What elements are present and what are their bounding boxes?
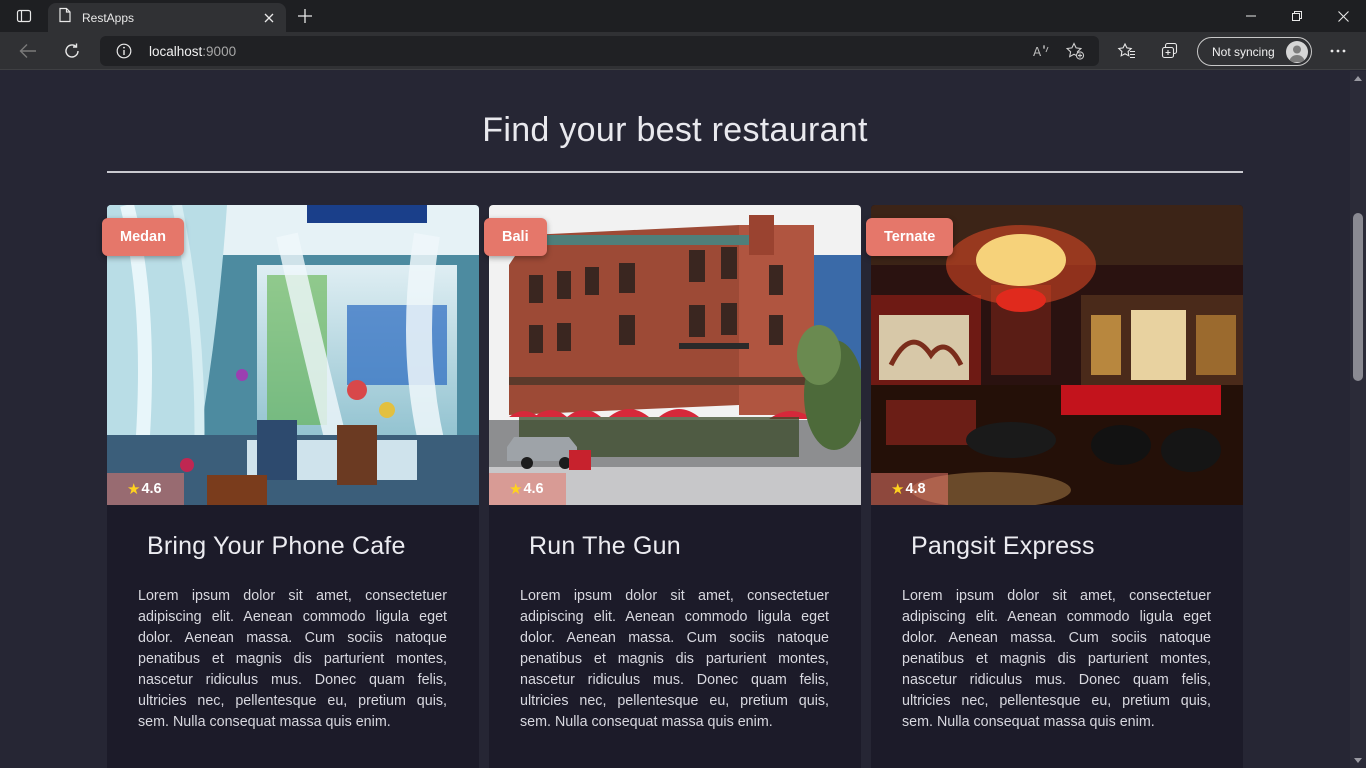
star-icon: ★ bbox=[509, 481, 523, 498]
restaurant-description: Lorem ipsum dolor sit amet, consectetuer… bbox=[520, 588, 829, 730]
more-options-icon[interactable] bbox=[1322, 36, 1354, 66]
new-tab-icon[interactable] bbox=[292, 4, 318, 28]
scroll-up-arrow-icon[interactable] bbox=[1354, 76, 1362, 81]
restaurant-description: Lorem ipsum dolor sit amet, consectetuer… bbox=[138, 588, 447, 730]
restaurant-card[interactable]: Bali ★ 4.6 Run The Gun Lorem ipsum dolor … bbox=[484, 205, 861, 768]
page-icon bbox=[58, 7, 72, 28]
url-text: localhost:9000 bbox=[149, 44, 236, 59]
city-badge: Medan bbox=[102, 218, 184, 256]
tab-actions-icon[interactable] bbox=[8, 4, 40, 28]
profile-sync-button[interactable]: Not syncing bbox=[1197, 37, 1312, 66]
favorites-icon[interactable] bbox=[1111, 36, 1143, 66]
page-scrollbar[interactable] bbox=[1350, 71, 1366, 768]
city-badge: Ternate bbox=[866, 218, 954, 256]
close-window-icon[interactable] bbox=[1320, 0, 1366, 32]
title-divider bbox=[107, 171, 1243, 173]
restaurant-name[interactable]: Bring Your Phone Cafe bbox=[147, 532, 406, 561]
rating-badge: ★ 4.8 bbox=[871, 473, 948, 505]
star-icon: ★ bbox=[127, 481, 141, 498]
city-badge: Bali bbox=[484, 218, 547, 256]
rating-value: 4.6 bbox=[141, 481, 162, 497]
url-host: localhost bbox=[149, 44, 203, 59]
star-icon: ★ bbox=[891, 481, 905, 498]
tab-title: RestApps bbox=[82, 10, 135, 25]
browser-toolbar: localhost:9000 A Not syncing bbox=[0, 32, 1366, 70]
restaurant-card[interactable]: Medan ★ 4.6 Bring Your Phone Cafe Lorem i… bbox=[102, 205, 479, 768]
scrollbar-thumb[interactable] bbox=[1353, 213, 1363, 381]
collections-icon[interactable] bbox=[1155, 36, 1187, 66]
svg-text:A: A bbox=[1033, 45, 1042, 59]
close-tab-icon[interactable] bbox=[258, 7, 280, 29]
page-title: Find your best restaurant bbox=[482, 111, 868, 149]
restaurant-description: Lorem ipsum dolor sit amet, consectetuer… bbox=[902, 588, 1211, 730]
restaurant-name[interactable]: Pangsit Express bbox=[911, 532, 1095, 561]
refresh-icon[interactable] bbox=[56, 36, 88, 66]
restaurant-name[interactable]: Run The Gun bbox=[529, 532, 681, 561]
site-info-icon[interactable] bbox=[116, 43, 132, 64]
read-aloud-icon[interactable]: A bbox=[1028, 40, 1054, 62]
rating-badge: ★ 4.6 bbox=[107, 473, 184, 505]
restore-icon[interactable] bbox=[1274, 0, 1320, 32]
url-port: :9000 bbox=[202, 44, 237, 59]
profile-avatar-icon bbox=[1286, 40, 1308, 63]
browser-tab-bar: RestApps bbox=[0, 0, 1366, 32]
rating-value: 4.8 bbox=[905, 481, 926, 497]
page-content: Find your best restaurant Medan ★ 4.6 Br… bbox=[0, 71, 1350, 768]
tab-restapps[interactable]: RestApps bbox=[48, 3, 286, 32]
minimize-icon[interactable] bbox=[1228, 0, 1274, 32]
rating-badge: ★ 4.6 bbox=[489, 473, 566, 505]
scroll-down-arrow-icon[interactable] bbox=[1354, 758, 1362, 763]
address-bar[interactable]: localhost:9000 A bbox=[100, 36, 1099, 66]
restaurant-card[interactable]: Ternate ★ 4.8 Pangsit Express Lorem ipsum… bbox=[866, 205, 1243, 768]
rating-value: 4.6 bbox=[523, 481, 544, 497]
sync-label: Not syncing bbox=[1212, 44, 1275, 59]
back-arrow-icon[interactable] bbox=[12, 36, 44, 66]
add-favorite-icon[interactable] bbox=[1062, 40, 1088, 62]
